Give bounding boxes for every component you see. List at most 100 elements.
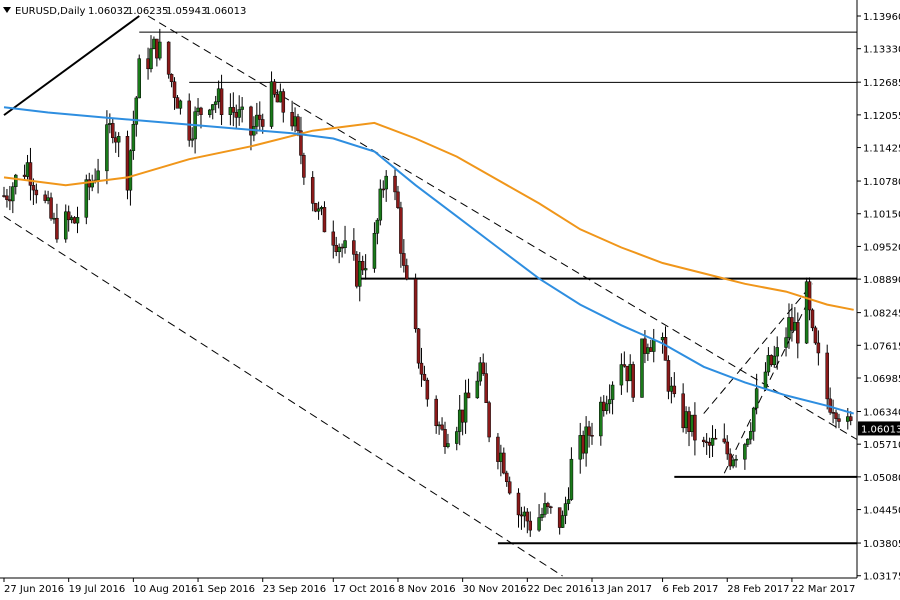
time-tick-label: 22 Dec 2016 [527, 584, 591, 595]
price-tick-label: 1.08245 [863, 309, 900, 320]
candle-bull [684, 411, 688, 429]
candle-bear [443, 429, 447, 448]
open-value: 1.06032 [88, 6, 129, 17]
price-tick-label: 1.04450 [863, 506, 900, 517]
candle-bear [416, 328, 421, 364]
price-tick-label: 1.03175 [863, 572, 900, 583]
candle-bear [466, 392, 471, 399]
candle-bear [796, 322, 800, 344]
candle-bear [496, 436, 500, 462]
candle-bear [175, 97, 180, 109]
candle-bull [457, 409, 462, 432]
candle-bull [754, 388, 759, 409]
candle-bear [43, 194, 47, 201]
candle-bear [331, 231, 336, 246]
candle-bear [728, 453, 732, 467]
candle-bear [199, 107, 203, 115]
candle-bull [196, 107, 200, 113]
time-tick-label: 30 Nov 2016 [463, 584, 527, 595]
candle-bull [522, 511, 527, 517]
candle-bull [105, 124, 109, 172]
candle-bull [25, 162, 30, 177]
time-tick-label: 1 Sep 2016 [198, 584, 255, 595]
candle-bull [499, 452, 503, 462]
candle-bear [528, 520, 533, 531]
candle-bear [848, 416, 853, 421]
candle-bear [393, 175, 397, 193]
price-tick-label: 1.11425 [863, 144, 900, 155]
candle-bear [557, 507, 562, 528]
candle-bear [622, 364, 627, 367]
time-tick-label: 6 Feb 2017 [663, 584, 719, 595]
candle-bull [293, 116, 297, 127]
candle-bull [775, 347, 779, 357]
price-tick-label: 1.07615 [863, 341, 900, 352]
candle-bull [743, 444, 747, 460]
candle-bull [149, 48, 153, 70]
candle-bull [437, 424, 441, 427]
high-value: 1.06235 [127, 6, 168, 17]
candle-bull [52, 217, 56, 220]
candle-bull [787, 317, 791, 338]
time-tick-label: 8 Nov 2016 [398, 584, 456, 595]
candle-bull [178, 100, 183, 109]
candle-bear [484, 373, 488, 403]
time-tick-label: 19 Jul 2016 [69, 584, 126, 595]
close-value: 1.06013 [205, 6, 246, 17]
price-chart[interactable]: 1.13960 1.13330 1.12685 1.12055 1.11425 1.107… [0, 0, 900, 600]
candle-bear [28, 162, 33, 186]
candle-bull [96, 170, 100, 181]
candle-bear [687, 411, 691, 432]
candle-bear [219, 88, 224, 115]
candle-bear [602, 401, 606, 411]
candle-bear [22, 174, 27, 177]
candle-bull [660, 337, 665, 341]
price-tick-label: 1.06340 [863, 407, 900, 418]
candle-bear [831, 412, 835, 414]
candle-bear [672, 385, 677, 395]
time-tick-label: 17 Oct 2016 [333, 584, 395, 595]
candle-bear [125, 136, 130, 191]
chart-background [0, 0, 900, 600]
candle-bear [725, 441, 729, 455]
price-tick-label: 1.03805 [863, 539, 900, 550]
candle-bull [731, 459, 735, 467]
candle-bear [807, 281, 812, 311]
candle-bear [440, 424, 444, 430]
candle-bull [363, 268, 368, 271]
candle-bull [46, 197, 50, 201]
candle-bull [784, 337, 788, 348]
candle-bear [419, 362, 424, 375]
candle-bull [578, 435, 582, 460]
time-tick-label: 13 Jan 2017 [592, 584, 652, 595]
candle-bull [566, 499, 571, 504]
candle-bull [278, 91, 283, 103]
candle-bull [158, 41, 162, 59]
chart-header: EURUSD,Daily 1.06032 1.06235 1.05943 1.0… [3, 6, 246, 17]
candle-bear [290, 112, 294, 127]
candle-bear [296, 116, 300, 132]
candle-bear [355, 254, 359, 287]
candle-bull [543, 503, 547, 515]
candle-bear [837, 418, 841, 422]
candle-bull [455, 431, 459, 444]
low-value: 1.05943 [166, 6, 207, 17]
candle-bear [516, 492, 521, 516]
candle-bear [396, 191, 400, 208]
candle-bull [746, 438, 750, 445]
candle-bull [343, 240, 347, 248]
candle-bear [487, 402, 491, 438]
price-tick-label: 1.08890 [863, 275, 900, 286]
candle-bull [475, 380, 480, 399]
candle-bull [640, 338, 644, 398]
candle-bear [519, 514, 524, 517]
price-tick-label: 1.05080 [863, 473, 900, 484]
candle-bear [55, 217, 59, 240]
candle-bear [704, 441, 709, 444]
candle-bull [316, 208, 321, 212]
candle-bear [825, 352, 829, 400]
candle-bear [663, 337, 668, 361]
candle-bull [357, 261, 362, 287]
candle-bear [66, 211, 71, 221]
candle-bull [128, 150, 133, 191]
